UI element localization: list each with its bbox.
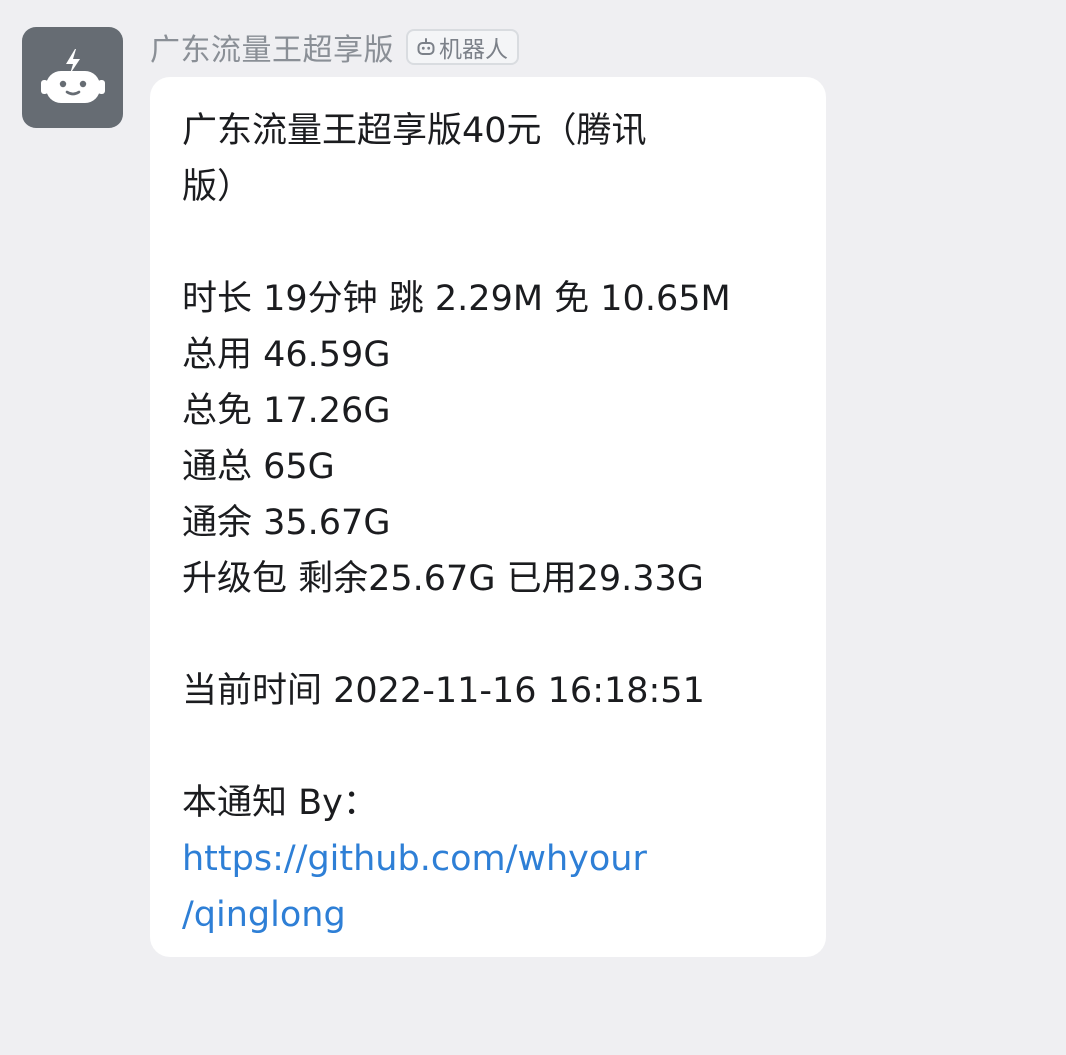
current-time: 当前时间 2022-11-16 16:18:51 xyxy=(182,671,705,711)
message-header: 广东流量王超享版 机器人 xyxy=(150,25,519,69)
message-title-continued: 版） xyxy=(182,167,253,207)
bot-badge-label: 机器人 xyxy=(439,37,508,63)
notice-by: 本通知 By： xyxy=(182,783,378,823)
stat-general-remaining: 通余 35.67G xyxy=(182,503,391,543)
robot-icon xyxy=(417,38,435,55)
sender-name[interactable]: 广东流量王超享版 xyxy=(150,25,394,69)
stat-total-used: 总用 46.59G xyxy=(182,335,391,375)
sender-avatar[interactable] xyxy=(22,27,123,128)
bot-badge: 机器人 xyxy=(406,29,519,65)
stat-duration-line: 时长 19分钟 跳 2.29M 免 10.65M xyxy=(182,279,731,319)
message-bubble[interactable]: 广东流量王超享版40元（腾讯 版） 时长 19分钟 跳 2.29M 免 10.6… xyxy=(150,77,826,957)
github-link[interactable]: https://github.com/whyour xyxy=(182,831,802,887)
stat-total-free: 总免 17.26G xyxy=(182,391,391,431)
message-title: 广东流量王超享版40元（腾讯 xyxy=(182,111,647,151)
stat-general-total: 通总 65G xyxy=(182,447,335,487)
github-link-continued[interactable]: /qinglong xyxy=(182,887,802,943)
robot-lightning-icon xyxy=(40,48,105,103)
stat-upgrade-package: 升级包 剩余25.67G 已用29.33G xyxy=(182,559,704,599)
